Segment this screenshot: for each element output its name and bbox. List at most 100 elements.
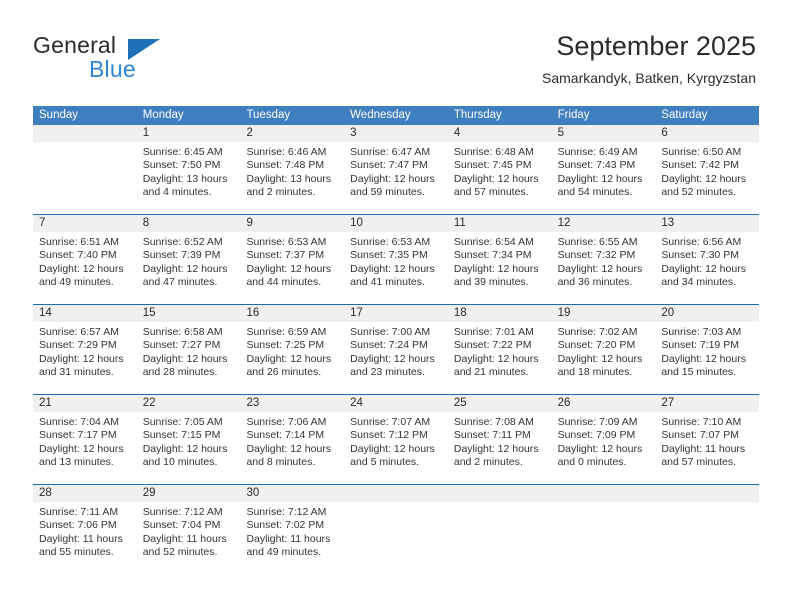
day-cell-23[interactable]: Sunrise: 7:06 AM Sunset: 7:14 PM Daylight:… bbox=[240, 412, 344, 476]
day-cell-2[interactable]: Sunrise: 6:46 AM Sunset: 7:48 PM Daylight:… bbox=[240, 142, 344, 206]
day-detail-line: Daylight: 12 hours bbox=[350, 442, 435, 455]
day-number-3[interactable]: 3 bbox=[344, 125, 448, 142]
day-detail-line: and 34 minutes. bbox=[661, 276, 737, 289]
day-cell-16[interactable]: Sunrise: 6:59 AM Sunset: 7:25 PM Daylight:… bbox=[240, 322, 344, 386]
day-detail-line: Daylight: 11 hours bbox=[661, 442, 746, 455]
day-cell-8[interactable]: Sunrise: 6:52 AM Sunset: 7:39 PM Daylight:… bbox=[137, 232, 241, 296]
day-number-19[interactable]: 19 bbox=[552, 305, 656, 322]
day-number-24[interactable]: 24 bbox=[344, 395, 448, 412]
day-cell-24[interactable]: Sunrise: 7:07 AM Sunset: 7:12 PM Daylight:… bbox=[344, 412, 448, 476]
day-detail-line: and 57 minutes. bbox=[661, 456, 737, 469]
day-number-1[interactable]: 1 bbox=[137, 125, 241, 142]
day-cell-5[interactable]: Sunrise: 6:49 AM Sunset: 7:43 PM Daylight:… bbox=[552, 142, 656, 206]
day-number-20[interactable]: 20 bbox=[655, 305, 759, 322]
day-detail-line: Sunset: 7:34 PM bbox=[453, 249, 532, 262]
day-cell-4[interactable]: Sunrise: 6:48 AM Sunset: 7:45 PM Daylight:… bbox=[448, 142, 552, 206]
day-number-row: 7 8 9 10 11 12 13 bbox=[33, 215, 759, 232]
day-detail-line: Sunset: 7:27 PM bbox=[142, 339, 221, 352]
day-detail-line: and 49 minutes. bbox=[39, 276, 114, 289]
day-cell-6[interactable]: Sunrise: 6:50 AM Sunset: 7:42 PM Daylight:… bbox=[655, 142, 759, 206]
day-cell-empty bbox=[448, 502, 552, 566]
day-cell-19[interactable]: Sunrise: 7:02 AM Sunset: 7:20 PM Daylight:… bbox=[552, 322, 656, 386]
day-number-5[interactable]: 5 bbox=[552, 125, 656, 142]
day-detail-line: Sunset: 7:19 PM bbox=[661, 339, 739, 352]
day-cell-10[interactable]: Sunrise: 6:53 AM Sunset: 7:35 PM Daylight:… bbox=[344, 232, 448, 296]
day-number-6[interactable]: 6 bbox=[655, 125, 759, 142]
day-cell-21[interactable]: Sunrise: 7:04 AM Sunset: 7:17 PM Daylight:… bbox=[33, 412, 137, 476]
day-number-17[interactable]: 17 bbox=[344, 305, 448, 322]
day-number-14[interactable]: 14 bbox=[33, 305, 137, 322]
day-detail-line: Daylight: 12 hours bbox=[39, 262, 124, 275]
day-cell-30[interactable]: Sunrise: 7:12 AM Sunset: 7:02 PM Daylight:… bbox=[240, 502, 344, 566]
day-number-7[interactable]: 7 bbox=[33, 215, 137, 232]
day-number-8[interactable]: 8 bbox=[137, 215, 241, 232]
day-cell-27[interactable]: Sunrise: 7:10 AM Sunset: 7:07 PM Daylight:… bbox=[655, 412, 759, 476]
day-number-22[interactable]: 22 bbox=[137, 395, 241, 412]
weekday-header-sunday: Sunday bbox=[39, 109, 79, 121]
day-detail-line: Sunset: 7:09 PM bbox=[557, 429, 636, 442]
weekday-header-wednesday: Wednesday bbox=[350, 109, 411, 121]
day-detail-line: Sunset: 7:11 PM bbox=[453, 429, 531, 442]
day-cell-22[interactable]: Sunrise: 7:05 AM Sunset: 7:15 PM Daylight:… bbox=[137, 412, 241, 476]
day-cell-1[interactable]: Sunrise: 6:45 AM Sunset: 7:50 PM Daylight:… bbox=[137, 142, 241, 206]
day-number-16[interactable]: 16 bbox=[240, 305, 344, 322]
day-number-18[interactable]: 18 bbox=[448, 305, 552, 322]
day-cell-15[interactable]: Sunrise: 6:58 AM Sunset: 7:27 PM Daylight:… bbox=[137, 322, 241, 386]
day-cell-17[interactable]: Sunrise: 7:00 AM Sunset: 7:24 PM Daylight:… bbox=[344, 322, 448, 386]
day-detail-line: Sunset: 7:15 PM bbox=[142, 429, 221, 442]
day-number-empty bbox=[655, 485, 759, 502]
day-cell-3[interactable]: Sunrise: 6:47 AM Sunset: 7:47 PM Daylight:… bbox=[344, 142, 448, 206]
day-detail-line: Daylight: 12 hours bbox=[350, 172, 435, 185]
day-number-26[interactable]: 26 bbox=[552, 395, 656, 412]
day-detail-line: Sunset: 7:17 PM bbox=[39, 429, 117, 442]
day-number-30[interactable]: 30 bbox=[240, 485, 344, 502]
day-number-12[interactable]: 12 bbox=[552, 215, 656, 232]
day-number-25[interactable]: 25 bbox=[448, 395, 552, 412]
day-detail-line: Sunset: 7:07 PM bbox=[661, 429, 739, 442]
day-detail-line: Daylight: 12 hours bbox=[246, 442, 332, 455]
day-detail-line: Daylight: 12 hours bbox=[661, 262, 746, 275]
day-cell-26[interactable]: Sunrise: 7:09 AM Sunset: 7:09 PM Daylight:… bbox=[552, 412, 656, 476]
day-cell-12[interactable]: Sunrise: 6:55 AM Sunset: 7:32 PM Daylight:… bbox=[552, 232, 656, 296]
calendar-week-row: 7 8 9 10 11 12 13 Sunrise: 6:51 AM Sunset: 7:40 … bbox=[33, 214, 759, 296]
day-number-21[interactable]: 21 bbox=[33, 395, 137, 412]
day-number-28[interactable]: 28 bbox=[33, 485, 137, 502]
day-detail-line: and 54 minutes. bbox=[557, 186, 633, 199]
day-detail-line: and 2 minutes. bbox=[246, 186, 316, 199]
day-detail-line: Daylight: 12 hours bbox=[142, 442, 228, 455]
day-detail-line: Sunrise: 7:05 AM bbox=[142, 416, 223, 428]
day-detail-line: and 15 minutes. bbox=[661, 366, 737, 379]
general-blue-logo[interactable]: General Blue bbox=[33, 32, 263, 88]
day-number-9[interactable]: 9 bbox=[240, 215, 344, 232]
day-cell-11[interactable]: Sunrise: 6:54 AM Sunset: 7:34 PM Daylight:… bbox=[448, 232, 552, 296]
week-spacer bbox=[33, 476, 759, 484]
day-cell-14[interactable]: Sunrise: 6:57 AM Sunset: 7:29 PM Daylight:… bbox=[33, 322, 137, 386]
day-detail-line: and 49 minutes. bbox=[246, 546, 322, 559]
day-number-23[interactable]: 23 bbox=[240, 395, 344, 412]
day-cell-13[interactable]: Sunrise: 6:56 AM Sunset: 7:30 PM Daylight:… bbox=[655, 232, 759, 296]
day-cell-9[interactable]: Sunrise: 6:53 AM Sunset: 7:37 PM Daylight:… bbox=[240, 232, 344, 296]
day-number-4[interactable]: 4 bbox=[448, 125, 552, 142]
day-cell-20[interactable]: Sunrise: 7:03 AM Sunset: 7:19 PM Daylight:… bbox=[655, 322, 759, 386]
day-cell-29[interactable]: Sunrise: 7:12 AM Sunset: 7:04 PM Daylight:… bbox=[137, 502, 241, 566]
day-number-27[interactable]: 27 bbox=[655, 395, 759, 412]
day-number-13[interactable]: 13 bbox=[655, 215, 759, 232]
day-cell-28[interactable]: Sunrise: 7:11 AM Sunset: 7:06 PM Daylight:… bbox=[33, 502, 137, 566]
day-cell-25[interactable]: Sunrise: 7:08 AM Sunset: 7:11 PM Daylight:… bbox=[448, 412, 552, 476]
day-number-row: 14 15 16 17 18 19 20 bbox=[33, 305, 759, 322]
day-number-10[interactable]: 10 bbox=[344, 215, 448, 232]
day-detail-line: Sunset: 7:04 PM bbox=[142, 519, 221, 532]
week-spacer bbox=[33, 296, 759, 304]
day-number-empty bbox=[552, 485, 656, 502]
day-cell-18[interactable]: Sunrise: 7:01 AM Sunset: 7:22 PM Daylight:… bbox=[448, 322, 552, 386]
day-detail-line: Daylight: 12 hours bbox=[453, 262, 539, 275]
day-detail-line: Sunrise: 7:02 AM bbox=[557, 326, 638, 338]
day-number-15[interactable]: 15 bbox=[137, 305, 241, 322]
day-detail-line: Sunrise: 6:51 AM bbox=[39, 236, 119, 248]
day-number-29[interactable]: 29 bbox=[137, 485, 241, 502]
day-cell-7[interactable]: Sunrise: 6:51 AM Sunset: 7:40 PM Daylight:… bbox=[33, 232, 137, 296]
day-number-11[interactable]: 11 bbox=[448, 215, 552, 232]
day-detail-line: Sunset: 7:30 PM bbox=[661, 249, 739, 262]
day-number-2[interactable]: 2 bbox=[240, 125, 344, 142]
day-detail-line: Sunrise: 6:59 AM bbox=[246, 326, 327, 338]
